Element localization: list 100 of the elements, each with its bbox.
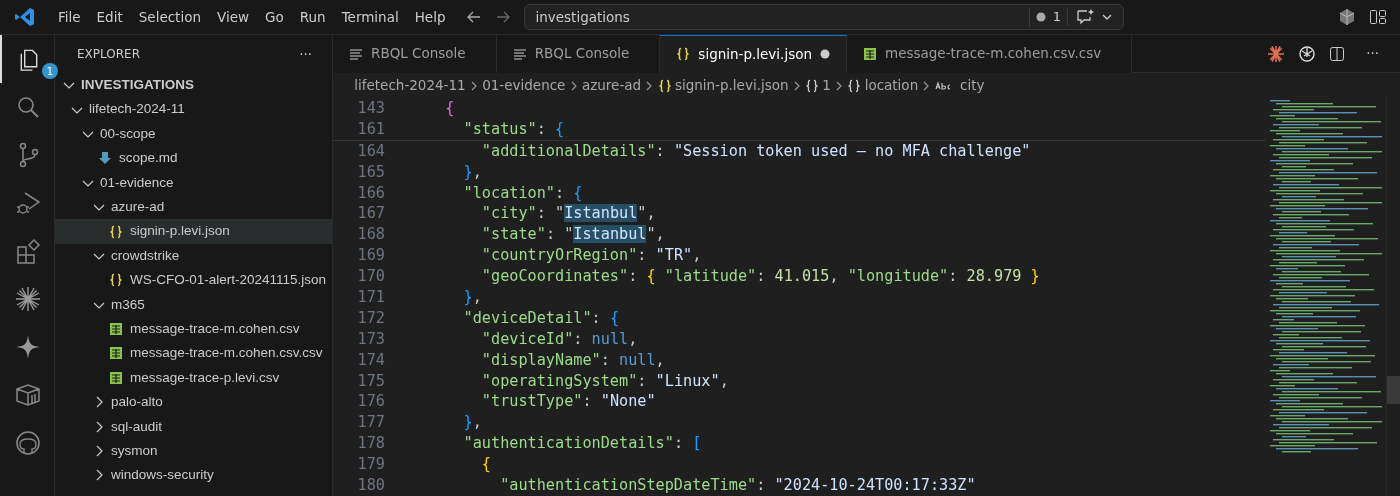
menu-item[interactable]: Selection: [130, 6, 209, 28]
code-line: "operatingSystem": "Linux",: [480, 370, 729, 392]
tree-item[interactable]: crowdstrike: [55, 243, 332, 269]
code-line: {: [480, 454, 491, 476]
tree-item[interactable]: 00-scope: [55, 121, 332, 147]
object-braces-icon: [805, 78, 820, 93]
breadcrumb-item[interactable]: signin-p.levi.json: [657, 75, 789, 96]
line-number: 174: [356, 349, 385, 371]
line-number: 143: [356, 98, 385, 119]
sidebar-title: EXPLORER: [77, 46, 140, 63]
tree-item[interactable]: windows-security: [55, 463, 332, 488]
object-braces-icon: [847, 78, 862, 93]
code-line: "trustType": "None": [480, 391, 656, 413]
search-field[interactable]: investigations: [535, 6, 1029, 28]
more-actions-button[interactable]: ···: [291, 43, 320, 65]
tree-item[interactable]: sql-audit: [55, 414, 332, 439]
split-editor-icon[interactable]: [1329, 45, 1346, 62]
code-line: "authenticationDetails": [: [462, 433, 702, 455]
line-number: 169: [356, 245, 385, 267]
json-braces-icon: [109, 273, 123, 288]
table-icon: [863, 46, 877, 61]
back-arrow-icon[interactable]: [466, 9, 483, 25]
tree-item[interactable]: lifetech-2024-11: [55, 97, 332, 122]
json-braces-icon: [657, 78, 672, 93]
breadcrumb-item[interactable]: 1: [805, 75, 831, 96]
tree-item[interactable]: message-trace-p.levi.csv: [55, 365, 332, 391]
line-number: 179: [356, 454, 385, 476]
breadcrumb-item[interactable]: lifetech-2024-11: [354, 75, 466, 96]
code-line: },: [462, 412, 482, 434]
menu-item[interactable]: File: [50, 6, 89, 28]
app-logo-icon: [14, 6, 36, 28]
tree-item[interactable]: message-trace-m.cohen.csv.csv: [55, 341, 332, 366]
tree-item[interactable]: azure-ad: [55, 194, 332, 220]
code-line: "deviceId": null,: [480, 328, 638, 350]
container-icon[interactable]: [13, 381, 42, 409]
table-icon: [109, 346, 123, 361]
menu-item[interactable]: Go: [257, 6, 292, 28]
line-number: 166: [356, 182, 385, 204]
line-number: 178: [356, 433, 385, 455]
code-line: "countryOrRegion": "TR",: [480, 245, 702, 267]
forward-arrow-icon[interactable]: [495, 9, 512, 25]
down-arrow-icon: [98, 151, 112, 166]
code-line: "additionalDetails": "Session token used — no MFA challenge": [480, 140, 1031, 162]
line-number: 161: [356, 118, 385, 140]
line-number: 177: [356, 412, 385, 434]
line-number: 170: [356, 266, 385, 288]
code-line: },: [462, 287, 482, 308]
scrollbar[interactable]: [1386, 98, 1400, 496]
code-line: "state": "Istanbul",: [480, 224, 665, 246]
chat-sparkle-icon[interactable]: [1075, 8, 1095, 26]
json-braces-icon: [676, 47, 691, 61]
menu-item[interactable]: View: [208, 6, 257, 28]
line-number: 168: [356, 224, 385, 246]
asterisk-icon[interactable]: [1267, 44, 1286, 63]
folder-label: INVESTIGATIONS: [81, 76, 194, 95]
tree-item[interactable]: signin-p.levi.json: [55, 219, 332, 244]
json-braces-icon: [109, 224, 123, 239]
line-number: 175: [356, 370, 385, 392]
breadcrumb-item[interactable]: 01-evidence: [482, 75, 566, 96]
layout-panels-icon[interactable]: [1369, 8, 1387, 26]
tree-item[interactable]: m365: [55, 292, 332, 317]
breadcrumb-item[interactable]: azure-ad: [581, 75, 642, 96]
editor-tab[interactable]: RBQL Console: [496, 34, 661, 73]
tree-item[interactable]: message-trace-m.cohen.csv: [55, 316, 332, 342]
line-number: 176: [356, 391, 385, 413]
code-line: {: [444, 98, 455, 119]
tree-item[interactable]: scope.md: [55, 146, 332, 171]
menu-item[interactable]: Help: [406, 6, 454, 28]
tree-item[interactable]: INVESTIGATIONS: [55, 73, 332, 98]
line-number: 172: [356, 307, 385, 329]
line-number: 171: [356, 287, 385, 308]
line-number: 173: [356, 328, 385, 350]
code-line: "status": {: [462, 118, 565, 140]
table-icon: [109, 322, 123, 337]
tree-item[interactable]: palo-alto: [55, 390, 332, 415]
editor-tab[interactable]: message-trace-m.cohen.csv.csv: [847, 34, 1133, 73]
editor-tab[interactable]: RBQL Console: [333, 34, 497, 73]
tree-item[interactable]: WS-CFO-01-alert-20241115.json: [55, 268, 332, 293]
line-number: 167: [356, 203, 385, 225]
menu-item[interactable]: Terminal: [333, 6, 407, 28]
problems-count: 1: [1052, 8, 1061, 27]
code-line: },: [462, 161, 482, 183]
table-icon: [109, 370, 123, 385]
dot-icon: [1036, 12, 1047, 22]
breadcrumb-item[interactable]: city: [934, 75, 985, 96]
breadcrumb-item[interactable]: location: [847, 75, 919, 96]
lines-icon: [512, 46, 527, 61]
code-line: "authenticationStepDateTime": "2024-10-24T00:17:33Z": [499, 475, 976, 495]
tree-item[interactable]: sysmon: [55, 438, 332, 464]
notification-badge: 1: [42, 63, 58, 79]
asterisk-icon[interactable]: [13, 285, 42, 313]
editor-tab[interactable]: signin-p.levi.json: [660, 34, 847, 73]
command-center[interactable]: investigations 1: [524, 4, 1125, 30]
lines-icon: [349, 46, 363, 61]
menu-item[interactable]: Edit: [88, 6, 131, 28]
tree-item[interactable]: 01-evidence: [55, 170, 332, 195]
more-actions-button[interactable]: ···: [1358, 43, 1387, 64]
cube-icon[interactable]: [1338, 8, 1356, 26]
code-line: "deviceDetail": {: [462, 307, 620, 329]
menu-item[interactable]: Run: [291, 6, 334, 28]
